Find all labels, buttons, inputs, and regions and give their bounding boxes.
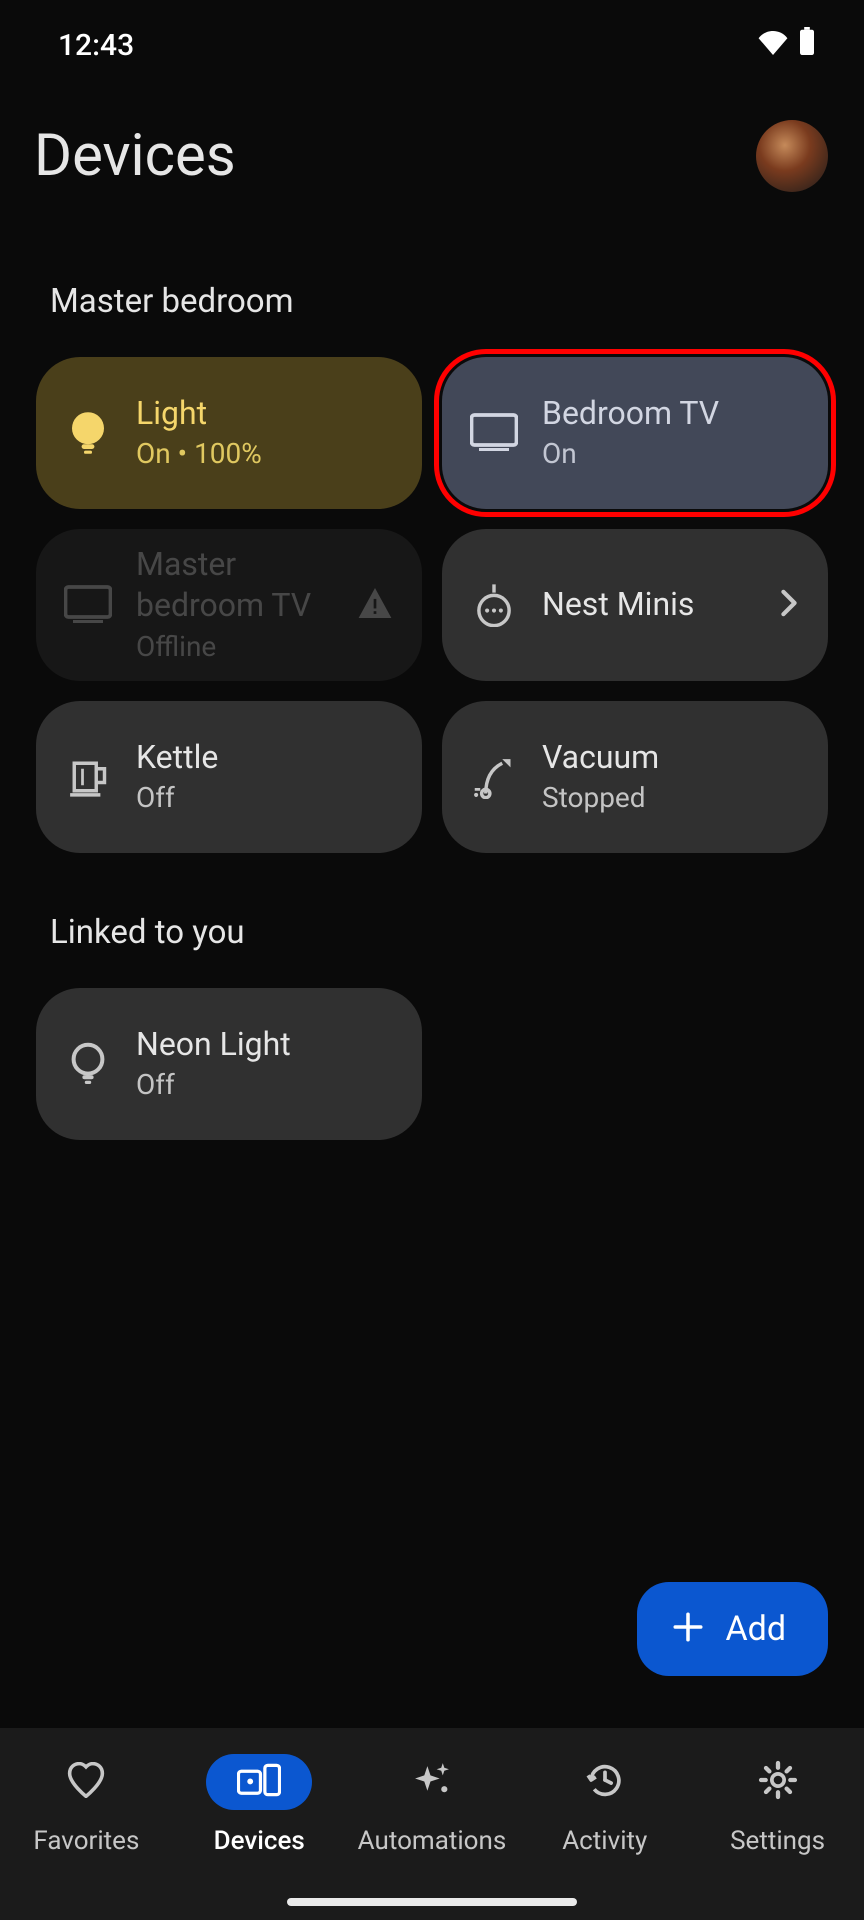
speaker-group-icon: [470, 581, 518, 629]
device-grid-master-bedroom: Light On • 100% Bedroom TV On Master bed…: [0, 321, 864, 853]
nav-label: Activity: [562, 1826, 647, 1856]
device-card-status: Off: [136, 1065, 394, 1104]
sparkle-icon: [412, 1760, 452, 1804]
wifi-icon: [758, 28, 788, 63]
devices-icon: [237, 1763, 281, 1801]
device-card-status: On • 100%: [136, 434, 394, 473]
device-card-title: Bedroom TV: [542, 393, 800, 435]
page-header: Devices: [0, 90, 864, 222]
device-card-status: Offline: [136, 627, 348, 666]
nav-automations[interactable]: Automations: [347, 1754, 517, 1856]
device-card-status: On: [542, 434, 800, 473]
device-card-title: Master bedroom TV: [136, 544, 348, 627]
device-card-title: Neon Light: [136, 1024, 394, 1066]
lightbulb-outline-icon: [64, 1040, 112, 1088]
nav-favorites[interactable]: Favorites: [1, 1754, 171, 1856]
status-time: 12:43: [58, 28, 134, 63]
device-card-master-bedroom-tv[interactable]: Master bedroom TV Offline: [36, 529, 422, 681]
battery-icon: [798, 27, 816, 63]
kettle-icon: [64, 753, 112, 801]
vacuum-icon: [470, 753, 518, 801]
status-icons: [758, 27, 816, 63]
device-card-status: Stopped: [542, 778, 800, 817]
status-bar: 12:43: [0, 0, 864, 90]
nav-activity[interactable]: Activity: [520, 1754, 690, 1856]
history-icon: [585, 1760, 625, 1804]
add-button-label: Add: [725, 1609, 786, 1649]
device-card-vacuum[interactable]: Vacuum Stopped: [442, 701, 828, 853]
device-grid-linked: Neon Light Off: [0, 952, 864, 1140]
section-title-master-bedroom: Master bedroom: [0, 222, 864, 321]
device-card-title: Nest Minis: [542, 584, 800, 626]
heart-icon: [66, 1762, 106, 1802]
bottom-nav: Favorites Devices Automations Activity: [0, 1728, 864, 1920]
device-card-neon-light[interactable]: Neon Light Off: [36, 988, 422, 1140]
nav-label: Settings: [730, 1826, 825, 1856]
device-card-title: Light: [136, 393, 394, 435]
tv-icon: [64, 581, 112, 629]
page-title: Devices: [34, 122, 236, 190]
add-button[interactable]: Add: [637, 1582, 828, 1676]
device-card-light[interactable]: Light On • 100%: [36, 357, 422, 509]
section-title-linked: Linked to you: [0, 853, 864, 952]
device-card-kettle[interactable]: Kettle Off: [36, 701, 422, 853]
tv-icon: [470, 409, 518, 457]
home-indicator: [287, 1898, 577, 1906]
device-card-title: Kettle: [136, 737, 394, 779]
device-card-status: Off: [136, 778, 394, 817]
nav-settings[interactable]: Settings: [693, 1754, 863, 1856]
lightbulb-icon: [64, 409, 112, 457]
plus-icon: [671, 1610, 705, 1648]
device-card-bedroom-tv[interactable]: Bedroom TV On: [442, 357, 828, 509]
device-card-nest-minis[interactable]: Nest Minis: [442, 529, 828, 681]
chevron-right-icon: [780, 589, 798, 621]
nav-label: Favorites: [33, 1826, 139, 1856]
nav-label: Devices: [214, 1826, 305, 1856]
profile-avatar[interactable]: [756, 120, 828, 192]
device-card-title: Vacuum: [542, 737, 800, 779]
nav-devices[interactable]: Devices: [174, 1754, 344, 1856]
nav-label: Automations: [358, 1826, 507, 1856]
gear-icon: [758, 1760, 798, 1804]
warning-icon: [358, 588, 392, 622]
